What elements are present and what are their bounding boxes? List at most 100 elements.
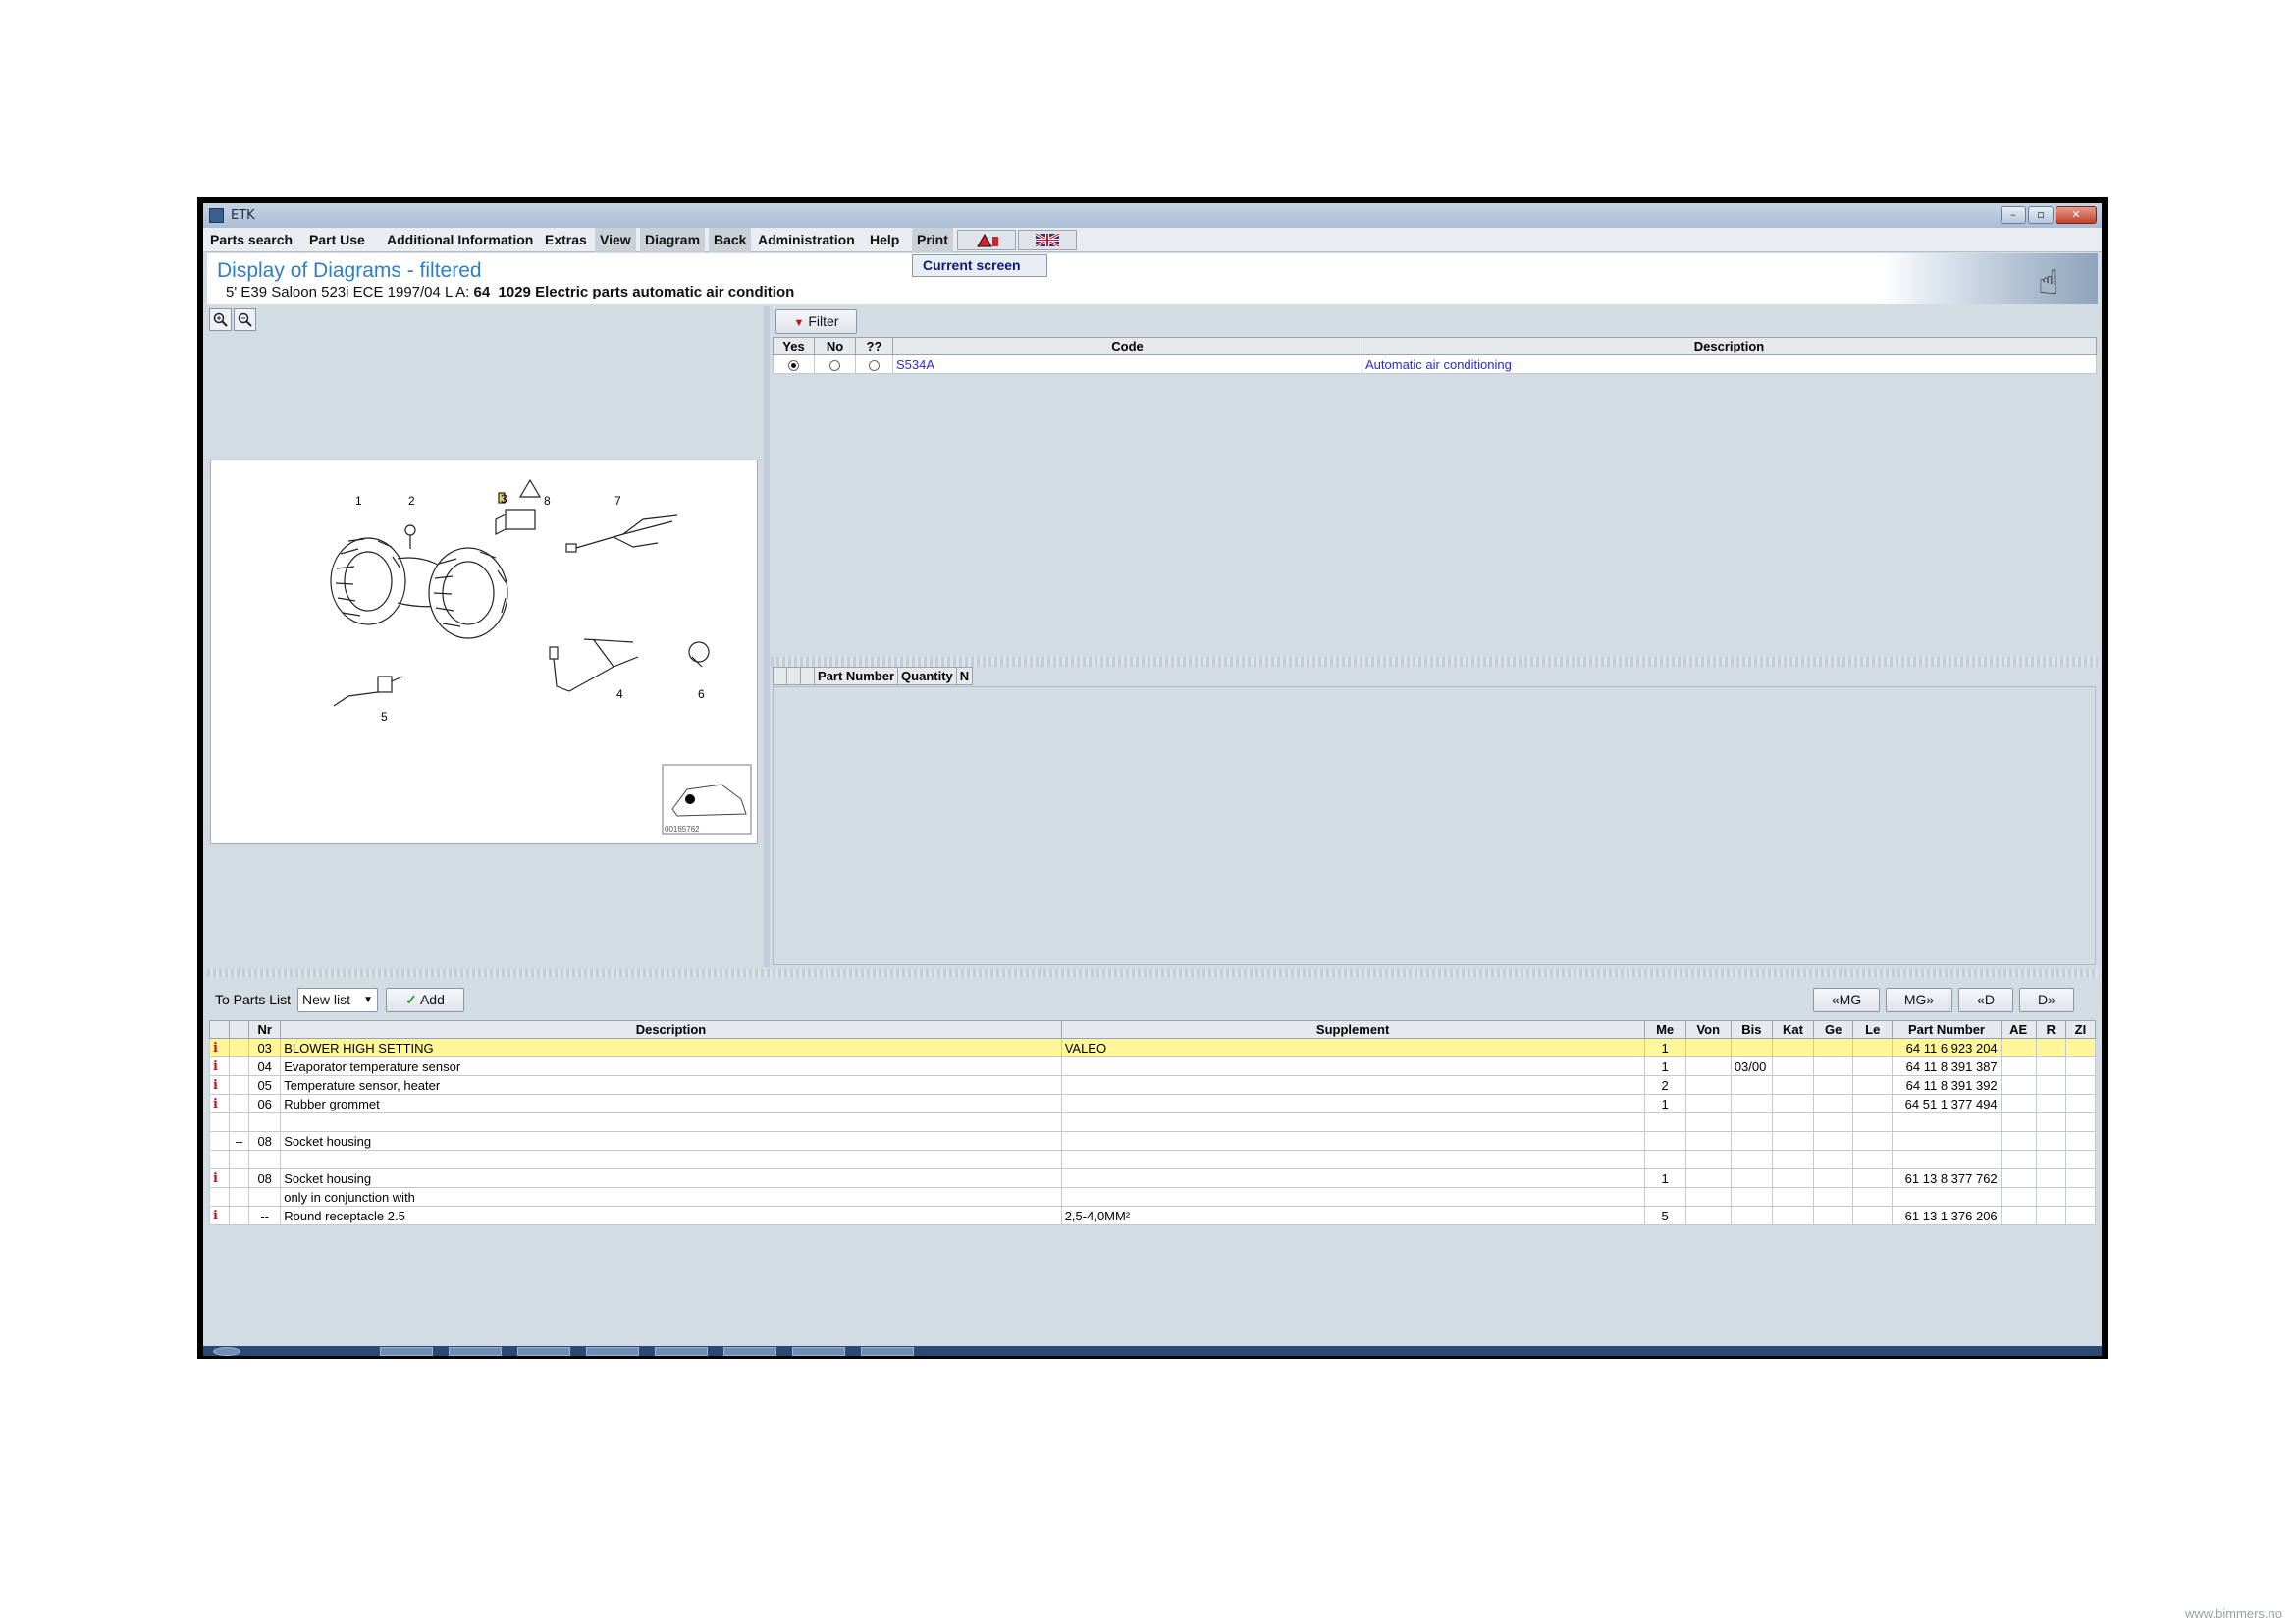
row-kat <box>1771 1056 1815 1076</box>
parts-table-row[interactable]: i -- Round receptacle 2.5 2,5-4,0MM² 5 61 13 … <box>208 1206 2097 1225</box>
parts-list-select[interactable]: New list ▼ <box>297 988 378 1012</box>
row-zi <box>2064 1168 2097 1188</box>
row-supplement <box>1060 1056 1645 1076</box>
row-me: 1 <box>1643 1038 1686 1057</box>
row-description: Round receptacle 2.5 <box>280 1206 1062 1225</box>
row-description: BLOWER HIGH SETTING <box>280 1038 1062 1057</box>
menu-parts-search[interactable]: Parts search <box>205 228 297 252</box>
maximize-button[interactable]: ▫ <box>2028 206 2054 224</box>
menu-print[interactable]: Print <box>912 228 953 252</box>
next-main-group-button[interactable]: MG» <box>1886 988 1952 1012</box>
menu-diagram[interactable]: Diagram <box>640 228 706 252</box>
taskbar-item[interactable] <box>449 1347 502 1356</box>
horizontal-splitter-bottom[interactable] <box>207 969 2098 977</box>
menu-administration[interactable]: Administration <box>753 228 860 252</box>
info-icon[interactable]: i <box>208 1206 231 1225</box>
row-me <box>1643 1187 1686 1207</box>
language-flag-button[interactable] <box>1018 230 1077 250</box>
row-part-number <box>1892 1150 2002 1169</box>
prev-main-group-button[interactable]: «MG <box>1813 988 1880 1012</box>
menu-part-use[interactable]: Part Use <box>304 228 370 252</box>
row-supplement <box>1060 1112 1645 1132</box>
filter-code[interactable]: S534A <box>892 354 1362 374</box>
radio-yes[interactable] <box>773 354 815 374</box>
close-button[interactable]: ✕ <box>2056 206 2097 224</box>
start-button[interactable] <box>213 1347 240 1356</box>
radio-no[interactable] <box>814 354 856 374</box>
info-icon[interactable]: i <box>208 1056 231 1076</box>
parts-table-row[interactable]: only in conjunction with <box>208 1187 2097 1207</box>
vehicle-info: 5' E39 Saloon 523i ECE 1997/04 L A: <box>226 284 474 300</box>
parts-diagram[interactable]: 1 2 3 7 8 4 5 6 00165762 <box>210 460 758 844</box>
zoom-out-icon <box>238 312 252 327</box>
row-bis <box>1730 1094 1773 1113</box>
col-description: Description <box>1362 337 2097 355</box>
row-nr: 05 <box>248 1075 282 1095</box>
parts-table-row[interactable]: i 06 Rubber grommet 1 64 51 1 377 494 <box>208 1094 2097 1113</box>
filter-button[interactable]: ▼ Filter <box>775 309 857 334</box>
row-le <box>1852 1206 1894 1225</box>
info-icon[interactable]: i <box>208 1038 231 1057</box>
row-part-number: 64 11 6 923 204 <box>1892 1038 2002 1057</box>
parts-table-row[interactable]: i 03 BLOWER HIGH SETTING VALEO 1 64 11 6 923 … <box>208 1038 2097 1057</box>
row-supplement: VALEO <box>1060 1038 1645 1057</box>
parts-table-row[interactable]: i 04 Evaporator temperature sensor 1 03/00 64… <box>208 1056 2097 1076</box>
parts-table-row[interactable] <box>208 1150 2097 1169</box>
minimize-button[interactable]: – <box>2001 206 2026 224</box>
info-icon[interactable] <box>208 1112 231 1132</box>
next-diagram-button[interactable]: D» <box>2019 988 2074 1012</box>
taskbar-item[interactable] <box>380 1347 433 1356</box>
row-bis <box>1730 1168 1773 1188</box>
horizontal-splitter-right[interactable] <box>771 657 2098 667</box>
info-icon[interactable]: i <box>208 1094 231 1113</box>
menu-additional-information[interactable]: Additional Information <box>382 228 538 252</box>
parts-list-select-value: New list <box>302 992 351 1007</box>
row-von <box>1684 1187 1732 1207</box>
radio-unknown[interactable] <box>855 354 893 374</box>
title-bar: ETK – ▫ ✕ <box>203 203 2102 228</box>
print-current-screen-option[interactable]: Current screen <box>913 255 1046 276</box>
parts-table-row[interactable] <box>208 1112 2097 1132</box>
zoom-out-button[interactable] <box>234 308 256 331</box>
radio-no-unchecked[interactable] <box>829 359 840 371</box>
info-icon[interactable] <box>208 1187 231 1207</box>
add-button[interactable]: ✓ Add <box>386 988 464 1012</box>
window-title: ETK <box>231 208 255 223</box>
taskbar-item[interactable] <box>792 1347 845 1356</box>
row-description: Socket housing <box>280 1131 1062 1151</box>
radio-unknown-unchecked[interactable] <box>869 359 880 371</box>
row-r <box>2035 1056 2066 1076</box>
vertical-splitter[interactable] <box>764 306 770 967</box>
filter-description[interactable]: Automatic air conditioning <box>1362 354 2097 374</box>
parts-table-row[interactable]: i 08 Socket housing 1 61 13 8 377 762 <box>208 1168 2097 1188</box>
prev-diagram-button[interactable]: «D <box>1958 988 2013 1012</box>
row-von <box>1684 1056 1732 1076</box>
parts-table-row[interactable]: i 05 Temperature sensor, heater 2 64 11 8 39… <box>208 1075 2097 1095</box>
row-von <box>1684 1112 1732 1132</box>
col-r: R <box>2035 1020 2066 1039</box>
row-bis <box>1730 1131 1773 1151</box>
taskbar-item[interactable] <box>586 1347 639 1356</box>
dealer-flag-button[interactable] <box>957 230 1016 250</box>
menu-help[interactable]: Help <box>865 228 904 252</box>
info-icon[interactable]: i <box>208 1075 231 1095</box>
etk-window: ETK – ▫ ✕ Parts search Part Use Addition… <box>197 197 2108 1359</box>
radio-yes-checked[interactable] <box>788 359 799 371</box>
info-icon[interactable]: i <box>208 1168 231 1188</box>
menu-view[interactable]: View <box>595 228 636 252</box>
menu-back[interactable]: Back <box>709 228 752 252</box>
row-zi <box>2064 1038 2097 1057</box>
info-icon[interactable] <box>208 1131 231 1151</box>
parts-table-row[interactable]: –08 Socket housing <box>208 1131 2097 1151</box>
taskbar-item[interactable] <box>517 1347 570 1356</box>
zoom-in-icon <box>213 312 228 327</box>
info-icon[interactable] <box>208 1150 231 1169</box>
row-ae <box>2000 1038 2037 1057</box>
zoom-in-button[interactable] <box>209 308 232 331</box>
row-part-number <box>1892 1131 2002 1151</box>
filter-table: Yes No ?? Code Description S534A Automat… <box>773 337 2097 374</box>
taskbar-item[interactable] <box>655 1347 708 1356</box>
menu-extras[interactable]: Extras <box>540 228 592 252</box>
taskbar-item[interactable] <box>723 1347 776 1356</box>
taskbar-item[interactable] <box>861 1347 914 1356</box>
